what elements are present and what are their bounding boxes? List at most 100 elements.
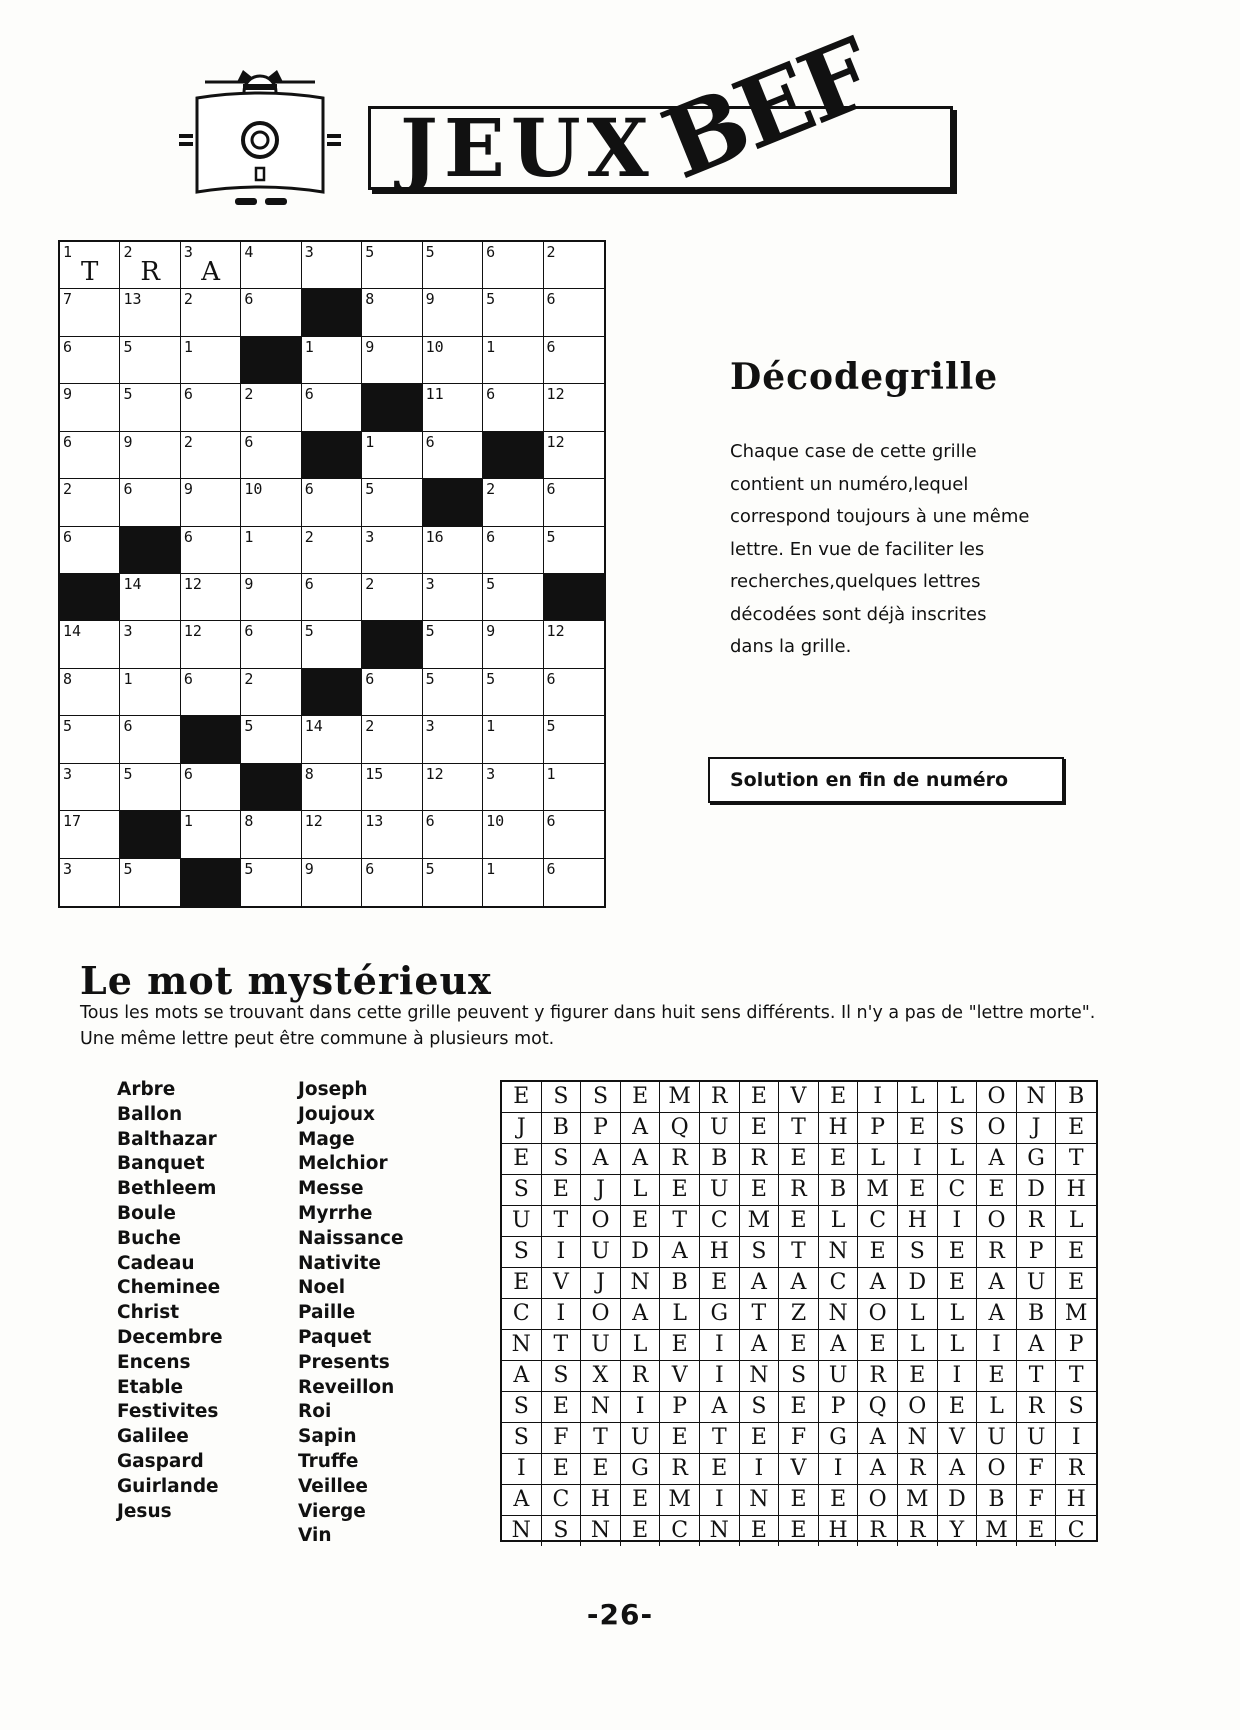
letter-cell: E <box>818 1485 859 1516</box>
letter-cell: I <box>858 1082 898 1113</box>
letter-cell: Y <box>938 1516 978 1546</box>
letter-cell: E <box>621 1516 661 1546</box>
letter-cell: E <box>858 1330 898 1361</box>
letter-cell: B <box>660 1268 700 1299</box>
grid-cell: 6 <box>241 621 302 669</box>
cell-number: 6 <box>123 717 133 736</box>
letter-cell: C <box>502 1299 542 1330</box>
cell-number: 5 <box>304 622 314 641</box>
solution-note: Solution en fin de numéro <box>708 757 1064 803</box>
letter-cell: T <box>739 1299 780 1330</box>
letter-cell: R <box>779 1175 819 1206</box>
grid-cell: 10 <box>241 479 302 527</box>
word-item: Cheminee <box>117 1277 221 1299</box>
word-item: Paquet <box>298 1326 372 1348</box>
letter-cell: M <box>660 1485 700 1516</box>
letter-cell: N <box>739 1485 780 1516</box>
letter-cell: A <box>779 1268 819 1299</box>
letter-cell: E <box>620 1082 661 1113</box>
letter-cell: I <box>620 1392 661 1423</box>
letter-cell: N <box>1016 1082 1057 1113</box>
letter-cell: L <box>620 1175 661 1206</box>
word-list-right: Joseph Joujoux Mage Melchior Messe Myrrhe Nais… <box>298 1078 404 1549</box>
cell-number: 6 <box>244 622 254 641</box>
letter-cell: S <box>541 1082 582 1113</box>
letter-cell: E <box>660 1175 700 1206</box>
grid-cell: 1 <box>362 431 423 480</box>
letter-cell: A <box>620 1299 661 1330</box>
grid-cell: 2 <box>241 384 302 432</box>
grid-cell: 1 <box>543 764 604 812</box>
grid-cell: 2 <box>543 242 604 290</box>
cell-number: 5 <box>123 337 133 356</box>
letter-cell: L <box>660 1299 700 1330</box>
letter-cell: Q <box>660 1113 700 1144</box>
grid-cell: 6 <box>241 431 302 480</box>
grid-cell: 10 <box>422 336 484 385</box>
letter-cell: E <box>699 1454 740 1485</box>
grid-cell: 9 <box>422 289 484 337</box>
cell-number: 6 <box>183 385 193 404</box>
grid-cell: 6 <box>362 668 423 717</box>
cell-number: 6 <box>486 243 496 261</box>
letter-cell: D <box>620 1237 661 1268</box>
cell-number: 5 <box>486 669 496 688</box>
letter-cell: H <box>699 1237 740 1268</box>
black-cell <box>483 431 544 480</box>
letter-cell: U <box>1016 1423 1057 1454</box>
grid-cell: 12 <box>180 573 242 622</box>
word-item: Noel <box>298 1277 346 1299</box>
letter-cell: N <box>739 1361 780 1392</box>
cell-number: 12 <box>546 432 565 451</box>
letter-cell: D <box>937 1485 978 1516</box>
cell-number: 5 <box>123 764 133 783</box>
letter-cell: S <box>779 1361 819 1392</box>
letter-cell: C <box>937 1175 978 1206</box>
cell-number: 14 <box>123 574 142 593</box>
letter-cell: A <box>977 1144 1017 1175</box>
grid-cell: 13 <box>362 811 423 859</box>
letter-cell: O <box>977 1113 1017 1144</box>
grid-cell: 6 <box>543 479 604 527</box>
letter-cell: M <box>977 1516 1017 1546</box>
grid-cell: 2R <box>120 242 181 290</box>
grid-cell: 15 <box>362 763 423 812</box>
letter-cell: R <box>699 1082 740 1113</box>
grid-cell: 5 <box>483 573 544 622</box>
letter-cell: E <box>977 1175 1017 1206</box>
letter-cell: H <box>581 1485 621 1516</box>
cell-number: 6 <box>304 574 314 593</box>
letter-cell: B <box>977 1485 1017 1516</box>
grid-cell: 9 <box>180 479 242 527</box>
letter-cell: G <box>620 1454 661 1485</box>
letter-cell: O <box>977 1206 1017 1237</box>
cell-number: 9 <box>183 480 193 499</box>
grid-cell: 3A <box>180 242 242 290</box>
letter-cell: M <box>897 1485 938 1516</box>
letter-cell: A <box>1016 1330 1057 1361</box>
letter-cell: T <box>699 1423 740 1454</box>
word-item: Roi <box>298 1401 332 1423</box>
letter-cell: A <box>699 1392 740 1423</box>
letter-cell: C <box>660 1516 700 1546</box>
letter-cell: S <box>1056 1392 1096 1423</box>
grid-cell: 6 <box>483 526 544 574</box>
letter-cell: U <box>581 1330 621 1361</box>
cell-number: 6 <box>304 385 314 404</box>
letter-cell: I <box>502 1454 542 1485</box>
letter-cell: M <box>1056 1299 1096 1330</box>
letter-cell: O <box>581 1206 621 1237</box>
letter-cell: E <box>818 1144 859 1175</box>
grid-cell: 6 <box>301 384 363 432</box>
grid-cell: 1 <box>180 336 242 385</box>
letter-cell: E <box>937 1237 978 1268</box>
cell-number: 12 <box>183 574 202 593</box>
grid-cell: 1 <box>120 668 181 717</box>
letter-cell: U <box>699 1175 740 1206</box>
decodegrille-grid: 1 T 2 R 3 A 4 3 5 5 6 2 7 13 2 6 8 9 5 6 6 5 1 1 9 10 1 6 9 5 6 2 6 11 6 12… <box>58 240 606 908</box>
grid-cell: 12 <box>422 763 484 812</box>
word-item: Messe <box>298 1178 364 1200</box>
word-item: Vierge <box>298 1500 366 1522</box>
word-item: Myrrhe <box>298 1202 373 1224</box>
letter-cell: O <box>858 1299 898 1330</box>
